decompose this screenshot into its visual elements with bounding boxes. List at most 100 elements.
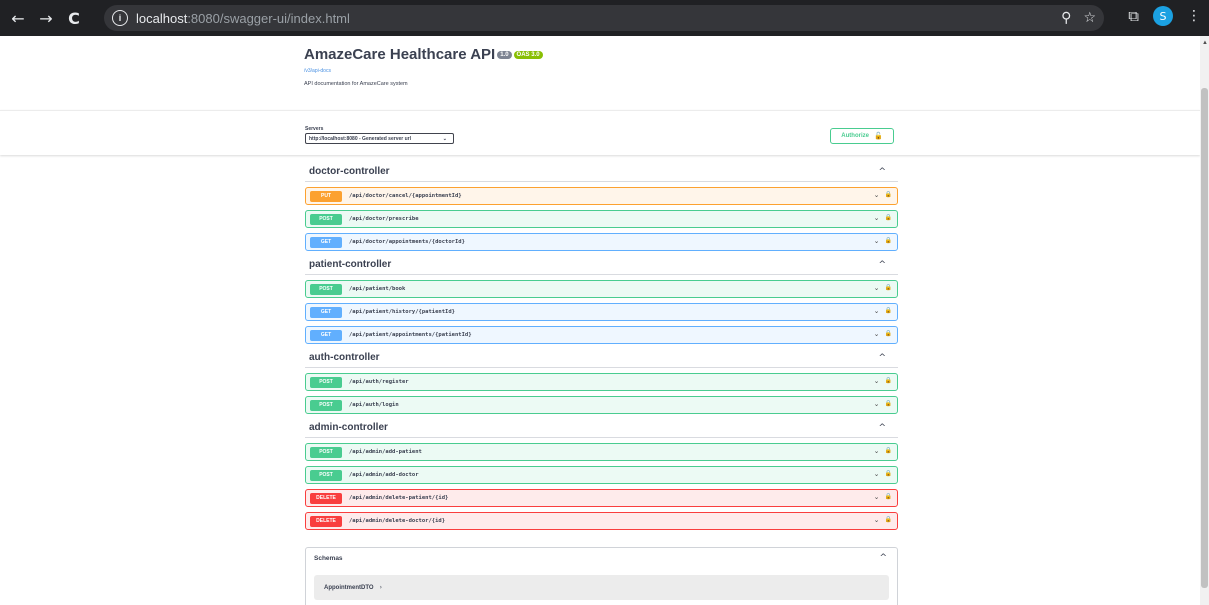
chevron-down-icon[interactable]: ⌄	[874, 307, 880, 315]
method-badge: GET	[310, 236, 342, 248]
page-scrollbar[interactable]: ▲	[1200, 36, 1209, 605]
browser-menu-icon[interactable]: ⋮	[1187, 8, 1201, 24]
operation-path: /api/admin/delete-doctor/{id}	[349, 518, 446, 524]
authorize-button[interactable]: Authorize 🔓	[830, 128, 894, 144]
address-bar[interactable]: i localhost:8080/swagger-ui/index.html ⚲…	[104, 5, 1104, 31]
servers-selected-value: http://localhost:8080 - Generated server…	[309, 135, 411, 142]
lock-icon[interactable]: 🔒	[885, 284, 892, 292]
back-icon[interactable]: ←	[4, 4, 32, 32]
api-info: AmazeCare Healthcare API 1.0 OAS 3.0 /v3…	[304, 46, 543, 87]
operation-get[interactable]: GET/api/patient/history/{patientId} ⌄ 🔒	[305, 303, 898, 321]
lock-icon[interactable]: 🔒	[885, 191, 892, 199]
chevron-up-icon[interactable]: ^	[878, 423, 886, 433]
browser-toolbar: ← → C i localhost:8080/swagger-ui/index.…	[0, 0, 1209, 36]
forward-icon[interactable]: →	[32, 4, 60, 32]
operation-delete[interactable]: DELETE/api/admin/delete-patient/{id} ⌄ 🔒	[305, 489, 898, 507]
operation-path: /api/patient/history/{patientId}	[349, 309, 455, 315]
operation-post[interactable]: POST/api/admin/add-patient ⌄ 🔒	[305, 443, 898, 461]
operation-path: /api/admin/add-doctor	[349, 472, 419, 478]
chevron-down-icon[interactable]: ⌄	[874, 400, 880, 408]
chevron-down-icon: ⌄	[442, 135, 447, 142]
chevron-down-icon[interactable]: ⌄	[874, 470, 880, 478]
operation-post[interactable]: POST/api/doctor/prescribe ⌄ 🔒	[305, 210, 898, 228]
lock-icon[interactable]: 🔒	[885, 307, 892, 315]
url-path: :8080/swagger-ui/index.html	[187, 10, 350, 26]
operation-path: /api/patient/appointments/{patientId}	[349, 332, 472, 338]
tag-name: doctor-controller	[309, 166, 390, 177]
operation-post[interactable]: POST/api/patient/book ⌄ 🔒	[305, 280, 898, 298]
servers-select[interactable]: http://localhost:8080 - Generated server…	[305, 133, 454, 144]
tag-header[interactable]: doctor-controller ^	[305, 162, 898, 182]
operation-post[interactable]: POST/api/admin/add-doctor ⌄ 🔒	[305, 466, 898, 484]
profile-avatar[interactable]: S	[1153, 6, 1173, 26]
chevron-down-icon[interactable]: ⌄	[874, 284, 880, 292]
operation-icons: ⌄ 🔒	[874, 516, 892, 524]
chevron-up-icon[interactable]: ^	[878, 353, 886, 363]
model-name: AppointmentDTO	[324, 584, 374, 591]
tag-header[interactable]: patient-controller ^	[305, 255, 898, 275]
site-info-icon[interactable]: i	[112, 10, 128, 26]
lock-icon[interactable]: 🔒	[885, 516, 892, 524]
url-text[interactable]: localhost:8080/swagger-ui/index.html	[136, 11, 350, 26]
operation-put[interactable]: PUT/api/doctor/cancel/{appointmentId} ⌄ 🔒	[305, 187, 898, 205]
chevron-down-icon[interactable]: ⌄	[874, 377, 880, 385]
operation-post[interactable]: POST/api/auth/register ⌄ 🔒	[305, 373, 898, 391]
chevron-down-icon[interactable]: ⌄	[874, 214, 880, 222]
chevron-down-icon[interactable]: ⌄	[874, 447, 880, 455]
operation-path: /api/admin/delete-patient/{id}	[349, 495, 449, 501]
chevron-up-icon[interactable]: ^	[878, 167, 886, 177]
chevron-right-icon: ›	[379, 584, 382, 591]
chevron-down-icon[interactable]: ⌄	[874, 330, 880, 338]
api-description: API documentation for AmazeCare system	[304, 81, 408, 87]
method-badge: POST	[310, 399, 342, 411]
tag-doctor-controller: doctor-controller ^ PUT/api/doctor/cancel/…	[305, 162, 898, 251]
operation-path: /api/admin/add-patient	[349, 449, 422, 455]
chevron-down-icon[interactable]: ⌄	[874, 191, 880, 199]
schemas-title: Schemas	[314, 554, 343, 562]
chevron-up-icon[interactable]: ^	[878, 260, 886, 270]
operation-icons: ⌄ 🔒	[874, 377, 892, 385]
operation-icons: ⌄ 🔒	[874, 493, 892, 501]
method-badge: DELETE	[310, 515, 342, 527]
lock-icon[interactable]: 🔒	[885, 237, 892, 245]
lock-icon[interactable]: 🔒	[885, 330, 892, 338]
scrollbar-thumb[interactable]	[1201, 88, 1208, 588]
bookmark-star-icon[interactable]: ☆	[1083, 10, 1096, 26]
operation-icons: ⌄ 🔒	[874, 330, 892, 338]
lock-icon[interactable]: 🔒	[885, 447, 892, 455]
lock-icon[interactable]: 🔒	[885, 377, 892, 385]
api-docs-link[interactable]: /v3/api-docs	[304, 68, 543, 74]
zoom-icon[interactable]: ⚲	[1061, 10, 1071, 26]
schemas-header[interactable]: Schemas ^	[306, 548, 897, 568]
operation-icons: ⌄ 🔒	[874, 191, 892, 199]
operation-get[interactable]: GET/api/patient/appointments/{patientId}…	[305, 326, 898, 344]
extensions-icon[interactable]: ⧉	[1128, 7, 1139, 25]
tag-name: patient-controller	[309, 259, 392, 270]
chevron-up-icon[interactable]: ^	[879, 553, 887, 563]
tag-header[interactable]: admin-controller ^	[305, 418, 898, 438]
operation-path: /api/doctor/appointments/{doctorId}	[349, 239, 465, 245]
reload-icon[interactable]: C	[60, 4, 88, 32]
lock-icon[interactable]: 🔒	[885, 400, 892, 408]
lock-icon[interactable]: 🔒	[885, 214, 892, 222]
scroll-up-icon[interactable]: ▲	[1202, 40, 1208, 46]
lock-icon[interactable]: 🔒	[885, 470, 892, 478]
tag-auth-controller: auth-controller ^ POST/api/auth/register ⌄ 🔒…	[305, 348, 898, 414]
chevron-down-icon[interactable]: ⌄	[874, 493, 880, 501]
tag-name: auth-controller	[309, 352, 380, 363]
chevron-down-icon[interactable]: ⌄	[874, 516, 880, 524]
operation-path: /api/auth/register	[349, 379, 409, 385]
lock-icon[interactable]: 🔒	[885, 493, 892, 501]
tag-header[interactable]: auth-controller ^	[305, 348, 898, 368]
tag-patient-controller: patient-controller ^ POST/api/patient/book…	[305, 255, 898, 344]
chevron-down-icon[interactable]: ⌄	[874, 237, 880, 245]
operation-get[interactable]: GET/api/doctor/appointments/{doctorId} ⌄ 🔒	[305, 233, 898, 251]
method-badge: GET	[310, 329, 342, 341]
method-badge: POST	[310, 213, 342, 225]
operation-icons: ⌄ 🔒	[874, 284, 892, 292]
operation-icons: ⌄ 🔒	[874, 237, 892, 245]
operation-post[interactable]: POST/api/auth/login ⌄ 🔒	[305, 396, 898, 414]
model-appointmentdto[interactable]: AppointmentDTO ›	[314, 575, 889, 600]
operation-delete[interactable]: DELETE/api/admin/delete-doctor/{id} ⌄ 🔒	[305, 512, 898, 530]
servers-label: Servers	[305, 126, 324, 132]
